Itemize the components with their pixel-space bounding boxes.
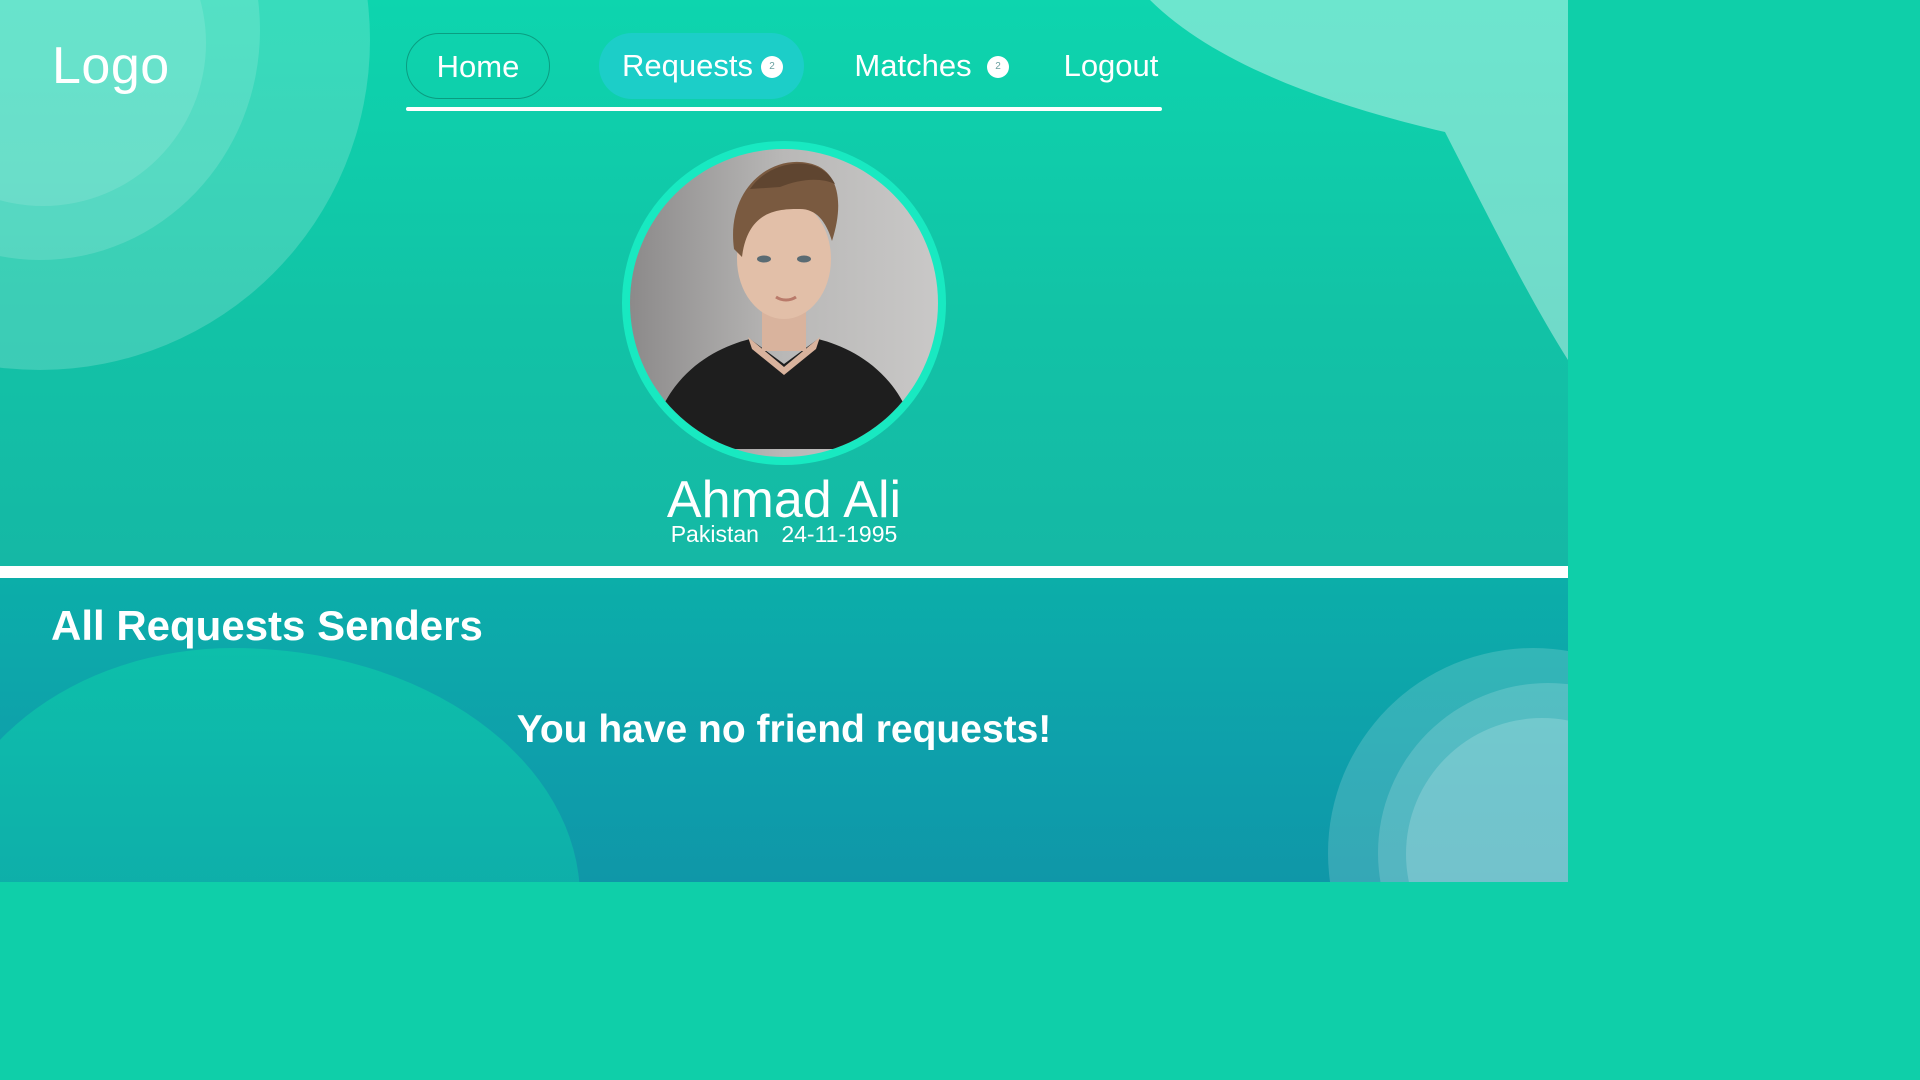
logo[interactable]: Logo (52, 36, 170, 96)
person-portrait-image (650, 161, 918, 449)
matches-count-badge: 2 (987, 56, 1009, 78)
decorative-blob (0, 648, 580, 882)
avatar[interactable] (622, 141, 946, 465)
profile-photo (630, 149, 938, 457)
section-divider (0, 566, 1568, 578)
section-title: All Requests Senders (51, 602, 483, 649)
nav-underline (406, 107, 1162, 111)
profile-country: Pakistan (670, 521, 759, 547)
profile-dob: 24-11-1995 (781, 521, 898, 547)
requests-count-badge: 2 (761, 56, 783, 78)
profile-meta: Pakistan 24-11-1995 (584, 521, 984, 548)
profile-header: Logo Home Requests 2 Matches 2 Logout Ah… (0, 0, 1568, 566)
requests-section: All Requests Senders You have no friend … (0, 578, 1568, 882)
nav-home[interactable]: Home (406, 33, 550, 99)
empty-state-message: You have no friend requests! (516, 708, 1052, 751)
nav-matches[interactable]: Matches (840, 33, 986, 99)
nav-logout[interactable]: Logout (1050, 33, 1172, 99)
